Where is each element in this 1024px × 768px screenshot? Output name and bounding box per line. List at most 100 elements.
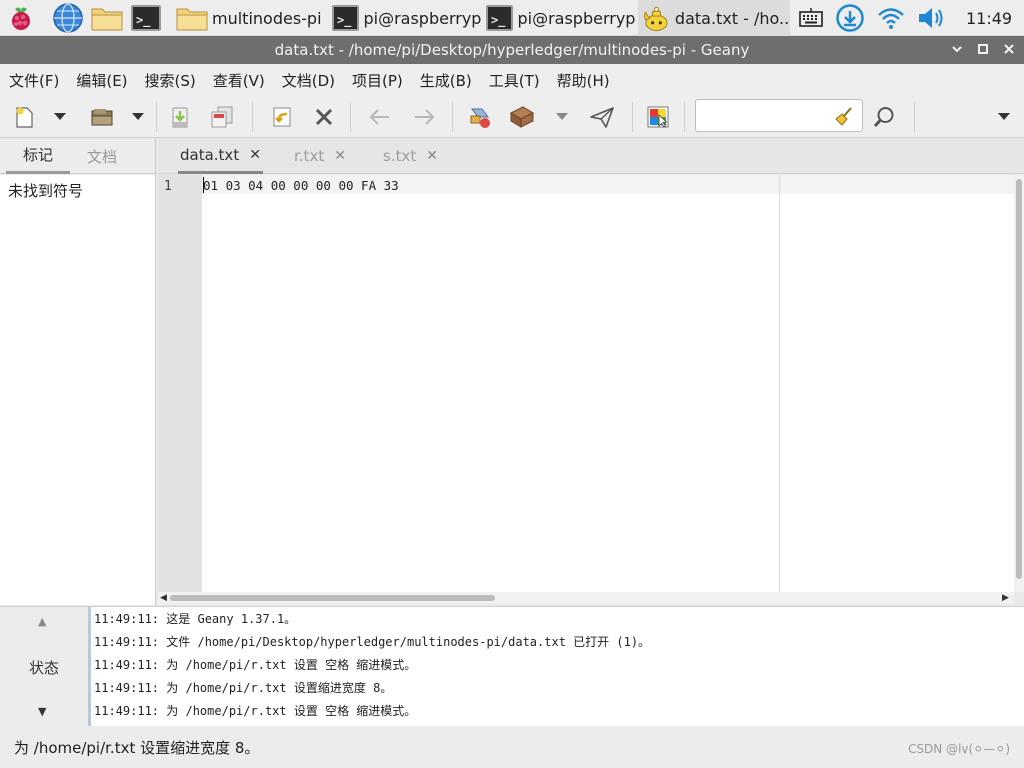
watermark: CSDN @lv(⚪—⚪) <box>908 742 1010 756</box>
arrow-left-icon <box>369 109 389 125</box>
taskbar: >_ multinodes-pi >_ pi@raspberryp... >_ … <box>0 0 1024 36</box>
line-number-gutter: 1 <box>158 175 202 592</box>
revert-button[interactable] <box>266 101 298 133</box>
close-icon <box>1004 44 1014 54</box>
tab-data-txt[interactable]: data.txt ✕ <box>178 138 263 174</box>
navigate-back-button[interactable] <box>364 101 396 133</box>
status-message-list[interactable]: 11:49:11: 这是 Geany 1.37.1。 11:49:11: 文件 … <box>88 607 1024 727</box>
dropdown-arrow-icon <box>556 113 568 120</box>
navigate-forward-button[interactable] <box>408 101 440 133</box>
globe-icon <box>53 3 83 33</box>
terminal-icon: >_ <box>131 5 161 31</box>
search-icon <box>873 107 894 128</box>
tab-scroll-down-icon[interactable]: ▼ <box>38 705 46 718</box>
close-tab-icon[interactable]: ✕ <box>249 147 261 163</box>
close-icon <box>315 108 333 126</box>
broom-icon[interactable] <box>834 106 854 126</box>
menu-tools[interactable]: 工具(T) <box>480 64 548 96</box>
text-editor[interactable]: 01 03 04 00 00 00 00 FA 33 <box>202 175 1014 592</box>
tab-r-txt[interactable]: r.txt ✕ <box>294 138 346 174</box>
save-icon <box>172 107 188 128</box>
keyboard-icon <box>799 8 823 27</box>
terminal-launcher-button[interactable]: >_ <box>131 0 161 36</box>
sidebar-tab-documents[interactable]: 文档 <box>70 138 134 174</box>
folder-icon <box>91 8 123 31</box>
symbol-list[interactable]: 未找到符号 <box>0 175 155 605</box>
open-file-button[interactable] <box>86 101 118 133</box>
terminal-icon: >_ <box>332 5 360 31</box>
raspberry-menu-button[interactable] <box>6 0 36 36</box>
taskbar-task-terminal-2[interactable]: >_ pi@raspberryp... <box>486 0 636 36</box>
list-item: 11:49:11: 这是 Geany 1.37.1。 <box>94 612 297 626</box>
build-dropdown[interactable] <box>550 101 574 133</box>
open-file-dropdown[interactable] <box>126 101 150 133</box>
tab-status[interactable]: 状态 <box>0 657 88 678</box>
save-button[interactable] <box>164 101 196 133</box>
new-file-button[interactable] <box>8 101 40 133</box>
volume-button[interactable] <box>916 0 948 36</box>
file-manager-button[interactable] <box>91 0 123 36</box>
arrow-right-icon <box>415 109 435 125</box>
sidebar-tabs: 标记 文档 <box>0 138 155 174</box>
toolbar-separator <box>252 102 253 132</box>
save-all-icon <box>211 106 233 128</box>
close-tab-icon[interactable]: ✕ <box>426 148 438 164</box>
menu-search[interactable]: 搜索(S) <box>136 64 204 96</box>
dropdown-arrow-icon <box>998 113 1010 120</box>
sidebar-tab-label: 文档 <box>86 147 117 166</box>
editor-area: data.txt ✕ r.txt ✕ s.txt ✕ 1 01 03 04 00… <box>158 138 1024 606</box>
horizontal-scrollbar[interactable]: ◀ ▶ <box>158 592 1014 604</box>
horizontal-scroll-thumb[interactable] <box>170 595 495 601</box>
find-button[interactable] <box>868 101 900 133</box>
tab-label: r.txt <box>294 147 325 165</box>
compile-button[interactable] <box>464 101 496 133</box>
close-file-button[interactable] <box>308 101 340 133</box>
menu-file[interactable]: 文件(F) <box>0 64 67 96</box>
menu-build[interactable]: 生成(B) <box>411 64 480 96</box>
keyboard-button[interactable] <box>798 0 824 36</box>
updates-button[interactable] <box>835 0 865 36</box>
new-file-dropdown[interactable] <box>48 101 72 133</box>
sidebar-tab-symbols[interactable]: 标记 <box>6 138 70 174</box>
dropdown-arrow-icon <box>54 113 66 120</box>
maximize-icon <box>978 44 988 54</box>
clock[interactable]: 11:49 <box>966 0 1012 36</box>
window-titlebar[interactable]: data.txt - /home/pi/Desktop/hyperledger/… <box>0 36 1024 64</box>
save-all-button[interactable] <box>206 101 238 133</box>
menu-document[interactable]: 文档(D) <box>273 64 343 96</box>
execute-button[interactable] <box>586 101 618 133</box>
taskbar-task-terminal-1[interactable]: >_ pi@raspberryp... <box>332 0 482 36</box>
close-tab-icon[interactable]: ✕ <box>334 148 346 164</box>
close-window-button[interactable] <box>1002 40 1016 58</box>
vertical-scrollbar[interactable] <box>1014 175 1024 592</box>
taskbar-task-multinodes[interactable]: multinodes-pi <box>176 0 326 36</box>
web-browser-button[interactable] <box>52 0 84 36</box>
toolbar-overflow-button[interactable] <box>988 101 1020 133</box>
toolbar-search-input[interactable] <box>695 99 863 132</box>
taskbar-task-geany[interactable]: data.txt - /ho... <box>638 0 790 36</box>
vertical-scroll-thumb[interactable] <box>1016 179 1022 579</box>
menu-project[interactable]: 项目(P) <box>343 64 411 96</box>
line-number: 1 <box>164 179 172 194</box>
scroll-right-icon[interactable]: ▶ <box>1002 593 1009 603</box>
list-item: 11:49:11: 文件 /home/pi/Desktop/hyperledge… <box>94 635 651 649</box>
menu-help[interactable]: 帮助(H) <box>548 64 618 96</box>
toolbar <box>0 96 1024 138</box>
task-label: data.txt - /ho... <box>674 8 790 28</box>
speaker-icon <box>919 8 943 28</box>
revert-icon <box>273 107 291 127</box>
clock-label: 11:49 <box>966 8 1013 28</box>
code-line: 01 03 04 00 00 00 00 FA 33 <box>203 178 399 193</box>
scroll-left-icon[interactable]: ◀ <box>160 593 167 603</box>
menu-view[interactable]: 查看(V) <box>204 64 273 96</box>
tab-scroll-up-icon[interactable]: ▲ <box>38 615 46 628</box>
minimize-button[interactable] <box>950 40 964 58</box>
color-chooser-button[interactable] <box>642 101 674 133</box>
maximize-button[interactable] <box>976 40 990 58</box>
build-button[interactable] <box>506 101 538 133</box>
menu-edit[interactable]: 编辑(E) <box>67 64 135 96</box>
tab-s-txt[interactable]: s.txt ✕ <box>383 138 438 174</box>
wifi-button[interactable] <box>876 0 906 36</box>
wifi-icon <box>878 8 904 29</box>
sidebar-tab-label: 标记 <box>22 146 53 164</box>
